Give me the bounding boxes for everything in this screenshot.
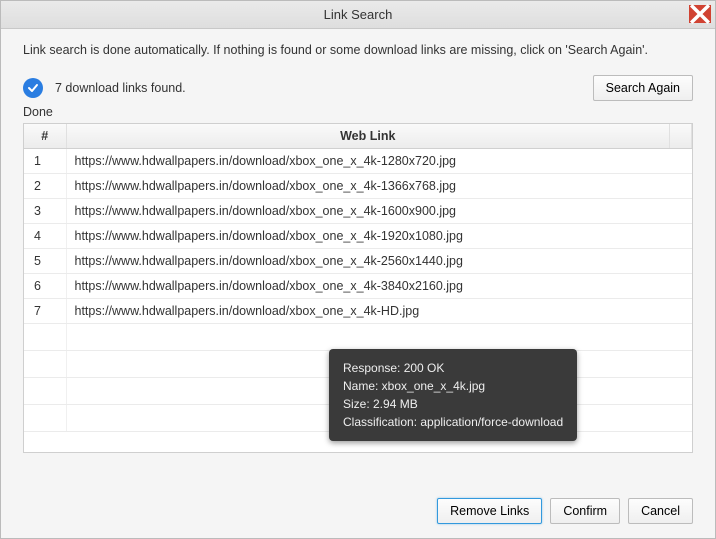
table-row-empty (24, 324, 692, 351)
column-header-num[interactable]: # (24, 124, 66, 149)
close-icon (689, 3, 711, 25)
table-row[interactable]: 2https://www.hdwallpapers.in/download/xb… (24, 174, 692, 199)
row-num: 1 (24, 149, 66, 174)
tooltip-response: Response: 200 OK (343, 359, 563, 377)
close-button[interactable] (689, 5, 711, 23)
table-row[interactable]: 7https://www.hdwallpapers.in/download/xb… (24, 299, 692, 324)
tooltip-name: Name: xbox_one_x_4k.jpg (343, 377, 563, 395)
row-url: https://www.hdwallpapers.in/download/xbo… (66, 274, 670, 299)
row-spacer (670, 174, 692, 199)
dialog-window: Link Search Link search is done automati… (0, 0, 716, 539)
column-header-link[interactable]: Web Link (66, 124, 670, 149)
row-num: 7 (24, 299, 66, 324)
footer-buttons: Remove Links Confirm Cancel (437, 498, 693, 524)
tooltip-classification: Classification: application/force-downlo… (343, 413, 563, 431)
titlebar: Link Search (1, 1, 715, 29)
row-num: 6 (24, 274, 66, 299)
status-found-text: 7 download links found. (55, 81, 593, 95)
table-row[interactable]: 5https://www.hdwallpapers.in/download/xb… (24, 249, 692, 274)
row-url: https://www.hdwallpapers.in/download/xbo… (66, 224, 670, 249)
row-spacer (670, 249, 692, 274)
row-spacer (670, 224, 692, 249)
row-spacer (670, 149, 692, 174)
row-num: 4 (24, 224, 66, 249)
row-num: 5 (24, 249, 66, 274)
column-header-spacer (670, 124, 692, 149)
row-url: https://www.hdwallpapers.in/download/xbo… (66, 299, 670, 324)
row-num: 2 (24, 174, 66, 199)
confirm-button[interactable]: Confirm (550, 498, 620, 524)
row-spacer (670, 274, 692, 299)
tooltip-size: Size: 2.94 MB (343, 395, 563, 413)
row-spacer (670, 199, 692, 224)
row-url: https://www.hdwallpapers.in/download/xbo… (66, 199, 670, 224)
window-title: Link Search (324, 7, 393, 22)
row-spacer (670, 299, 692, 324)
table-row[interactable]: 1https://www.hdwallpapers.in/download/xb… (24, 149, 692, 174)
link-tooltip: Response: 200 OK Name: xbox_one_x_4k.jpg… (329, 349, 577, 441)
row-num: 3 (24, 199, 66, 224)
row-url: https://www.hdwallpapers.in/download/xbo… (66, 174, 670, 199)
table-row[interactable]: 6https://www.hdwallpapers.in/download/xb… (24, 274, 692, 299)
check-icon (23, 78, 43, 98)
cancel-button[interactable]: Cancel (628, 498, 693, 524)
remove-links-button[interactable]: Remove Links (437, 498, 542, 524)
row-url: https://www.hdwallpapers.in/download/xbo… (66, 149, 670, 174)
row-url: https://www.hdwallpapers.in/download/xbo… (66, 249, 670, 274)
table-row[interactable]: 3https://www.hdwallpapers.in/download/xb… (24, 199, 692, 224)
table-row[interactable]: 4https://www.hdwallpapers.in/download/xb… (24, 224, 692, 249)
status-row: 7 download links found. Search Again (23, 75, 693, 101)
instructions-text: Link search is done automatically. If no… (23, 43, 693, 57)
status-done-text: Done (23, 105, 693, 119)
search-again-button[interactable]: Search Again (593, 75, 693, 101)
